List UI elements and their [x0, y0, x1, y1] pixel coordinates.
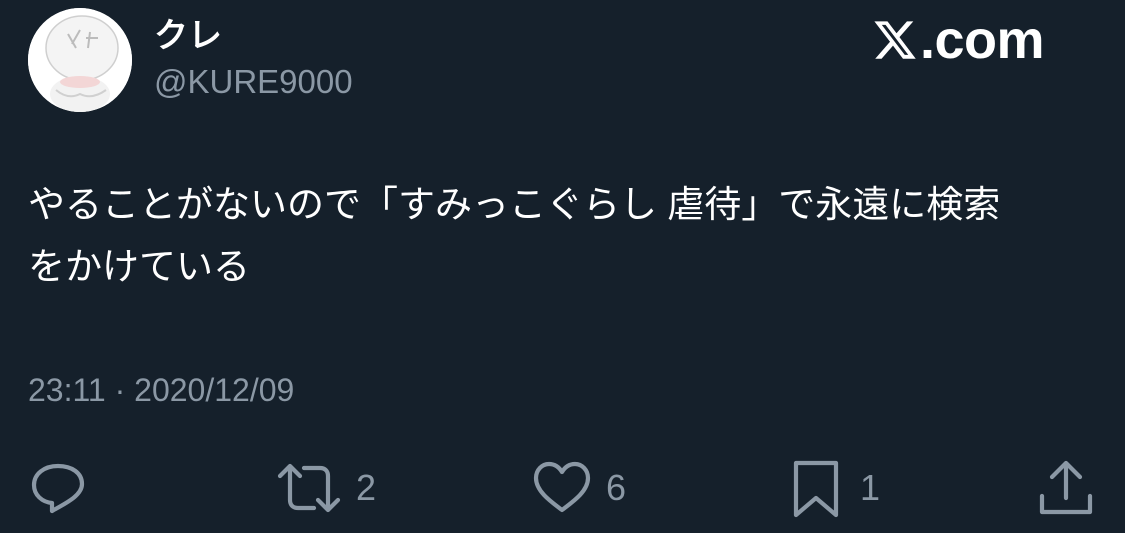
display-name[interactable]: クレ: [154, 14, 222, 58]
x-logo-icon: [874, 21, 916, 59]
brand-watermark: .com: [872, 10, 1045, 70]
heart-icon: [533, 461, 591, 513]
tweet-card: クレ @KURE9000 .com やることがないので「すみっこぐらし 虐待」で…: [0, 0, 1125, 533]
retweet-button[interactable]: 2: [276, 452, 376, 524]
user-handle[interactable]: @KURE9000: [154, 62, 353, 102]
avatar[interactable]: [28, 8, 132, 112]
reply-icon: [31, 463, 85, 514]
bookmark-icon: [793, 460, 839, 518]
bookmark-button[interactable]: 1: [786, 452, 880, 524]
bookmark-count: 1: [860, 467, 881, 508]
retweet-count: 2: [356, 467, 377, 508]
reply-button[interactable]: [28, 452, 88, 524]
share-icon: [1039, 460, 1093, 515]
tweet-timestamp[interactable]: 23:11 · 2020/12/09: [28, 370, 294, 410]
tweet-actions: 2 6 1: [0, 452, 1125, 524]
like-count: 6: [606, 467, 627, 508]
avatar-image: [28, 8, 132, 112]
like-button[interactable]: 6: [532, 452, 626, 524]
brand-text: .com: [920, 10, 1045, 70]
retweet-icon: [277, 463, 341, 513]
tweet-text: やることがないので「すみっこぐらし 虐待」で永遠に検索 をかけている: [28, 184, 1001, 287]
share-button[interactable]: [1036, 452, 1096, 524]
